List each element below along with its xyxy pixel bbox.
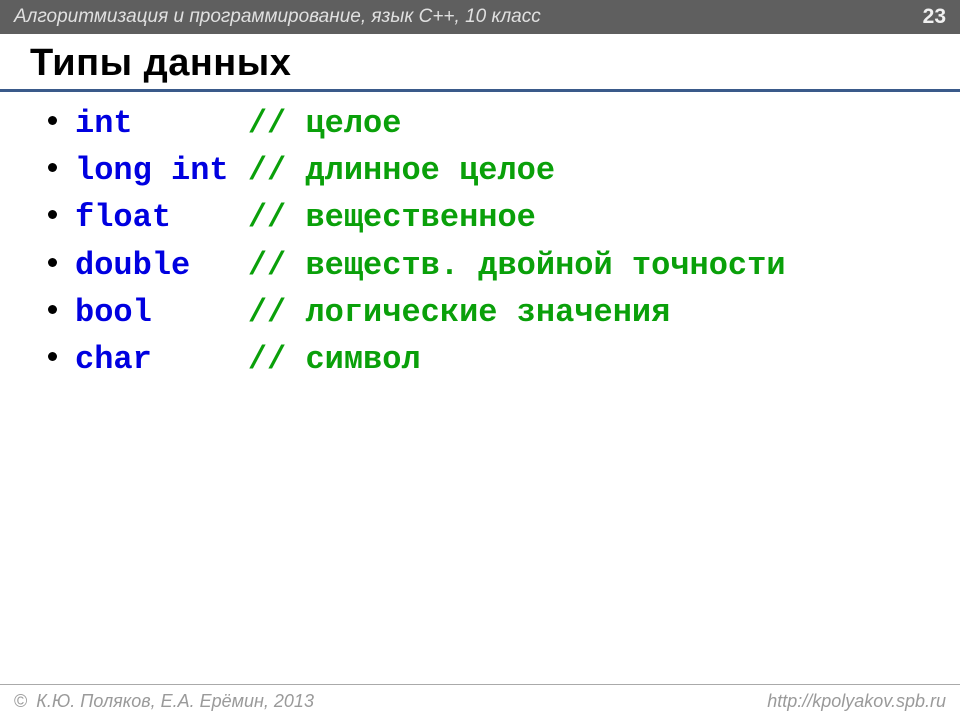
bullet-icon xyxy=(48,163,57,172)
copyright-text: К.Ю. Поляков, Е.А. Ерёмин, 2013 xyxy=(31,691,314,711)
type-keyword: char xyxy=(75,338,229,381)
bullet-icon xyxy=(48,305,57,314)
content-area: int // целое long int // длинное целое f… xyxy=(0,100,960,395)
type-comment: // логические значения xyxy=(229,291,671,334)
type-keyword: int xyxy=(75,102,229,145)
bullet-icon xyxy=(48,352,57,361)
type-comment: // длинное целое xyxy=(229,149,555,192)
slide-title: Типы данных xyxy=(0,34,960,92)
header-title: Алгоритмизация и программирование, язык … xyxy=(14,6,541,28)
footer-url: http://kpolyakov.spb.ru xyxy=(767,691,946,712)
list-item: int // целое xyxy=(48,102,930,145)
type-keyword: long int xyxy=(75,149,229,192)
type-keyword: double xyxy=(75,244,229,287)
list-item: char // символ xyxy=(48,338,930,381)
footer-copyright: © К.Ю. Поляков, Е.А. Ерёмин, 2013 xyxy=(14,691,314,712)
list-item: float // вещественное xyxy=(48,196,930,239)
type-comment: // вещественное xyxy=(229,196,536,239)
bullet-icon xyxy=(48,258,57,267)
footer: © К.Ю. Поляков, Е.А. Ерёмин, 2013 http:/… xyxy=(0,684,960,720)
list-item: double // веществ. двойной точности xyxy=(48,244,930,287)
list-item: bool // логические значения xyxy=(48,291,930,334)
type-keyword: float xyxy=(75,196,229,239)
header-bar: Алгоритмизация и программирование, язык … xyxy=(0,0,960,34)
type-comment: // веществ. двойной точности xyxy=(229,244,786,287)
type-comment: // символ xyxy=(229,338,421,381)
copyright-symbol: © xyxy=(14,691,27,711)
bullet-icon xyxy=(48,210,57,219)
bullet-icon xyxy=(48,116,57,125)
list-item: long int // длинное целое xyxy=(48,149,930,192)
page-number: 23 xyxy=(923,5,946,29)
type-comment: // целое xyxy=(229,102,402,145)
type-keyword: bool xyxy=(75,291,229,334)
